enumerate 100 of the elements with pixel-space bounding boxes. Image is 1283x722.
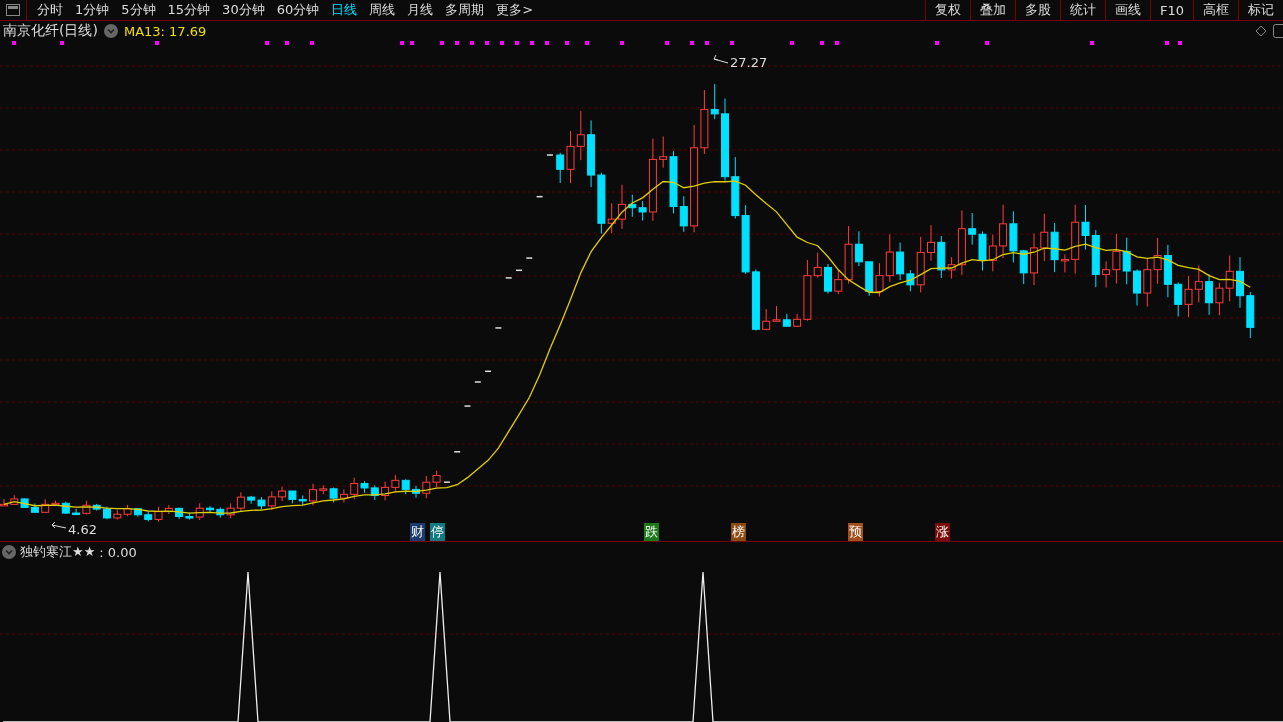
candlestick	[1225, 255, 1234, 302]
dropdown-icon[interactable]	[2, 545, 16, 559]
event-tag[interactable]: 涨	[935, 523, 950, 541]
period-tab[interactable]: 周线	[369, 1, 396, 19]
period-tab[interactable]: 日线	[331, 1, 358, 19]
candlestick	[113, 509, 122, 521]
toolbar-button[interactable]: F10	[1149, 0, 1193, 20]
candlestick	[824, 263, 832, 294]
candlestick	[525, 257, 534, 259]
indicator-value: : 0.00	[99, 544, 137, 560]
candlestick	[988, 234, 997, 272]
candlestick	[1040, 213, 1049, 262]
period-tab[interactable]: 分时	[37, 1, 63, 19]
arrow-icon	[713, 54, 729, 64]
candlestick	[1194, 265, 1203, 303]
candlestick	[576, 110, 585, 161]
candlestick	[401, 478, 410, 495]
period-tab[interactable]: 30分钟	[222, 1, 265, 19]
indicator-title: 独钓寒江★★	[20, 543, 96, 561]
candlestick	[133, 507, 142, 518]
candlestick	[453, 451, 461, 453]
candlestick	[875, 262, 884, 297]
event-tag[interactable]: 跌	[644, 523, 659, 541]
ma-value: MA13: 17.69	[123, 23, 207, 39]
period-tab[interactable]: 15分钟	[167, 1, 211, 19]
candlestick	[103, 506, 111, 520]
arrow-icon	[51, 521, 67, 529]
candlestick	[463, 405, 472, 407]
toolbar-button[interactable]: 叠加	[969, 0, 1015, 20]
candlestick	[978, 230, 987, 271]
toggle-icon[interactable]	[1273, 24, 1283, 38]
candlestick	[731, 156, 740, 219]
toolbar-button[interactable]: 画线	[1104, 0, 1150, 20]
candlestick	[1030, 233, 1038, 286]
candlestick	[762, 308, 771, 331]
high-price-label: 27.27	[730, 55, 768, 70]
candlestick	[216, 507, 225, 519]
candlestick	[1215, 282, 1224, 316]
event-tag[interactable]: 财	[410, 523, 425, 541]
candlestick	[20, 497, 29, 509]
candlestick	[865, 261, 874, 297]
candlestick	[587, 119, 596, 188]
candlestick	[10, 494, 19, 506]
toolbar-button[interactable]: 高框	[1193, 0, 1238, 20]
toolbar-button[interactable]: 多股	[1014, 0, 1060, 20]
candlestick	[381, 481, 390, 501]
candlestick	[1143, 257, 1152, 308]
candlestick	[1091, 229, 1100, 288]
candlestick	[999, 204, 1008, 259]
toolbar-button[interactable]: 统计	[1059, 0, 1105, 20]
candlestick	[422, 475, 431, 499]
candlestick	[968, 212, 977, 246]
stock-title: 南京化纤(日线)	[3, 22, 98, 40]
candlestick	[247, 495, 256, 505]
candlestick	[782, 313, 791, 327]
diamond-icon[interactable]	[1255, 25, 1267, 37]
candlestick	[751, 268, 760, 331]
event-tag[interactable]: 榜	[731, 523, 746, 541]
candlestick	[1153, 237, 1162, 285]
candlestick	[391, 474, 400, 493]
candlestick	[494, 327, 503, 329]
event-tag[interactable]: 预	[848, 523, 863, 541]
candlestick	[339, 488, 348, 504]
candlestick	[309, 483, 317, 506]
candlestick	[432, 470, 441, 488]
period-tab[interactable]: 多周期	[445, 1, 485, 19]
candlestick	[1174, 281, 1183, 318]
candlestick	[1122, 237, 1131, 285]
low-price-label: 4.62	[68, 522, 97, 537]
candlestick	[535, 195, 544, 198]
candlestick	[288, 490, 297, 504]
period-tab[interactable]: 更多>	[496, 1, 534, 19]
candlestick	[1236, 256, 1244, 309]
candlestick	[412, 485, 420, 499]
candlestick	[236, 491, 245, 513]
candlestick	[1133, 268, 1141, 307]
candlestick	[618, 184, 626, 230]
candlestick	[443, 481, 451, 483]
window-icon[interactable]	[6, 4, 20, 16]
period-tab[interactable]: 5分钟	[121, 1, 156, 19]
candlestick	[927, 224, 935, 262]
candlestick	[546, 154, 554, 156]
candlestick	[123, 504, 132, 517]
candlestick	[278, 486, 287, 502]
candlestick	[1205, 273, 1214, 316]
candlestick	[226, 502, 235, 519]
dropdown-icon[interactable]	[103, 24, 118, 38]
event-tag[interactable]: 停	[430, 523, 445, 541]
candlestick	[741, 204, 750, 275]
toolbar-button[interactable]: 标记	[1238, 0, 1283, 20]
candlestick	[30, 503, 39, 514]
candlestick	[772, 305, 781, 322]
period-tab[interactable]: 1分钟	[75, 1, 110, 19]
candlestick	[370, 484, 379, 501]
candlestick	[885, 233, 894, 283]
toolbar-button[interactable]: 复权	[924, 0, 970, 20]
candlestick	[1163, 244, 1172, 298]
candlestick	[206, 505, 214, 513]
period-tab[interactable]: 60分钟	[276, 1, 320, 19]
period-tab[interactable]: 月线	[407, 1, 434, 19]
